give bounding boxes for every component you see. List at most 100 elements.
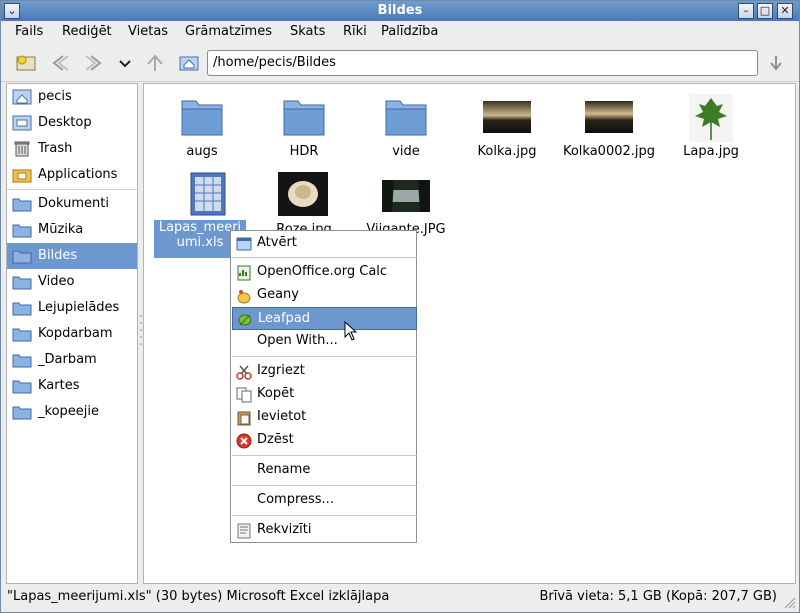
- menu-file[interactable]: Fails: [15, 24, 43, 39]
- menu-item-properties[interactable]: Rekvizīti: [232, 519, 417, 542]
- menu-item-label: Izgriezt: [257, 363, 305, 378]
- status-free-space: Brīvā vieta: 5,1 GB (Kopā: 207,7 GB): [539, 589, 777, 604]
- menu-help[interactable]: Palīdzība: [381, 24, 438, 39]
- menu-places[interactable]: Vietas: [128, 24, 168, 39]
- folder-icon: [12, 328, 32, 342]
- minimize-button[interactable]: –: [738, 3, 754, 19]
- menu-bookmarks[interactable]: Grāmatzīmes: [185, 24, 272, 39]
- properties-icon: [237, 523, 251, 539]
- sidebar-item-label: Applications: [38, 167, 118, 182]
- file-name: Kolka.jpg: [477, 144, 537, 159]
- home-icon[interactable]: [178, 53, 200, 73]
- menu-item-label: Rekvizīti: [257, 522, 312, 537]
- folder-icon: [12, 406, 32, 420]
- menu-item-delete[interactable]: Dzēst: [232, 429, 417, 452]
- file-item[interactable]: Lapa.jpg: [661, 94, 761, 160]
- sidebar-item-kartes[interactable]: Kartes: [7, 373, 137, 399]
- new-tab-icon[interactable]: [15, 53, 37, 73]
- history-dropdown-icon[interactable]: [114, 53, 136, 73]
- file-item[interactable]: Vijgante.JPG: [356, 170, 456, 237]
- folder-icon: [12, 224, 32, 238]
- sidebar-item-home[interactable]: pecis: [7, 84, 137, 110]
- forward-icon[interactable]: [83, 53, 105, 73]
- menu-separator: [232, 455, 417, 456]
- sidebar-item-desktop[interactable]: Desktop: [7, 110, 137, 136]
- close-button[interactable]: ✕: [777, 3, 793, 19]
- open-icon: [236, 237, 252, 251]
- file-item[interactable]: Kolka.jpg: [457, 94, 557, 160]
- sidebar-item-kopdarbam[interactable]: Kopdarbam: [7, 321, 137, 347]
- folder-icon: [12, 276, 32, 290]
- menu-bar: Fails Rediģēt Vietas Grāmatzīmes Skats R…: [1, 21, 799, 43]
- maximize-button[interactable]: □: [757, 3, 773, 19]
- menu-item-leafpad[interactable]: Leafpad: [232, 307, 417, 330]
- sidebar-item-label: Desktop: [38, 115, 92, 130]
- sidebar-item-muzika[interactable]: Mūzika: [7, 217, 137, 243]
- folder-icon: [12, 354, 32, 368]
- geany-icon: [237, 290, 251, 304]
- menu-separator: [232, 485, 417, 486]
- sidebar-item-label: Kopdarbam: [38, 326, 113, 341]
- file-name: Kolka0002.jpg: [562, 144, 656, 159]
- go-icon[interactable]: [765, 53, 787, 73]
- leafpad-icon: [238, 314, 252, 326]
- back-icon[interactable]: [49, 53, 71, 73]
- sidebar-item-bildes[interactable]: Bildes: [7, 243, 137, 269]
- desktop-icon: [12, 115, 32, 131]
- sidebar-item-label: Dokumenti: [38, 196, 109, 211]
- sidebar-item-label: Video: [38, 274, 75, 289]
- sidebar-item-label: Lejupielādes: [38, 300, 120, 315]
- menu-item-openoffice-calc[interactable]: OpenOffice.org Calc: [232, 261, 417, 284]
- up-icon[interactable]: [144, 53, 166, 73]
- title-bar[interactable]: ⌄ Bildes – □ ✕: [1, 1, 799, 21]
- file-item[interactable]: vide: [356, 94, 456, 160]
- menu-item-label: Compress...: [257, 492, 334, 507]
- calc-icon: [237, 265, 251, 281]
- menu-item-rename[interactable]: Rename: [232, 459, 417, 482]
- sidebar-item-label: Mūzika: [38, 222, 84, 237]
- location-path: /home/pecis/Bildes: [213, 55, 336, 70]
- sidebar-item-video[interactable]: Video: [7, 269, 137, 295]
- paste-icon: [237, 411, 251, 426]
- sidebar-item-kopeejie[interactable]: _kopeejie: [7, 399, 137, 425]
- sidebar-item-dokumenti[interactable]: Dokumenti: [7, 191, 137, 217]
- file-item[interactable]: Kolka0002.jpg: [559, 94, 659, 160]
- status-bar: "Lapas_meerijumi.xls" (30 bytes) Microso…: [1, 585, 799, 612]
- menu-item-label: Geany: [257, 287, 299, 302]
- sidebar: pecis Desktop Trash Applications Dokumen…: [6, 83, 138, 584]
- file-item[interactable]: augs: [152, 94, 252, 160]
- sidebar-item-lejupielades[interactable]: Lejupielādes: [7, 295, 137, 321]
- applications-icon: [12, 169, 32, 183]
- home-icon: [12, 89, 32, 105]
- menu-item-label: OpenOffice.org Calc: [257, 264, 388, 279]
- menu-item-geany[interactable]: Geany: [232, 284, 417, 307]
- delete-icon: [236, 433, 252, 449]
- file-item[interactable]: Roze.jpg: [254, 170, 354, 237]
- menu-item-copy[interactable]: Kopēt: [232, 383, 417, 406]
- sidebar-item-label: Trash: [38, 141, 73, 156]
- menu-view[interactable]: Skats: [290, 24, 325, 39]
- image-thumbnail: [585, 101, 633, 133]
- menu-edit[interactable]: Rediģēt: [62, 24, 112, 39]
- menu-item-compress[interactable]: Compress...: [232, 489, 417, 512]
- menu-tools[interactable]: Rīki: [343, 24, 367, 39]
- menu-item-open[interactable]: Atvērt: [232, 232, 417, 255]
- file-item[interactable]: HDR: [254, 94, 354, 160]
- file-name: vide: [392, 144, 420, 159]
- copy-icon: [236, 387, 252, 403]
- context-menu: Atvērt OpenOffice.org Calc Geany Leafpad…: [230, 230, 417, 543]
- folder-icon: [12, 250, 32, 264]
- toolbar: /home/pecis/Bildes: [1, 44, 799, 82]
- resize-grip-icon[interactable]: [782, 595, 796, 609]
- folder-icon: [12, 302, 32, 316]
- sidebar-item-trash[interactable]: Trash: [7, 136, 137, 162]
- menu-item-open-with[interactable]: Open With...: [232, 330, 417, 353]
- folder-icon: [12, 380, 32, 394]
- menu-item-paste[interactable]: Ievietot: [232, 406, 417, 429]
- file-name: Lapa.jpg: [683, 144, 739, 159]
- location-bar[interactable]: /home/pecis/Bildes: [207, 50, 758, 76]
- sidebar-item-applications[interactable]: Applications: [7, 162, 137, 188]
- menu-item-cut[interactable]: Izgriezt: [232, 360, 417, 383]
- sidebar-item-darbam[interactable]: _Darbam: [7, 347, 137, 373]
- window-title: Bildes: [377, 3, 423, 18]
